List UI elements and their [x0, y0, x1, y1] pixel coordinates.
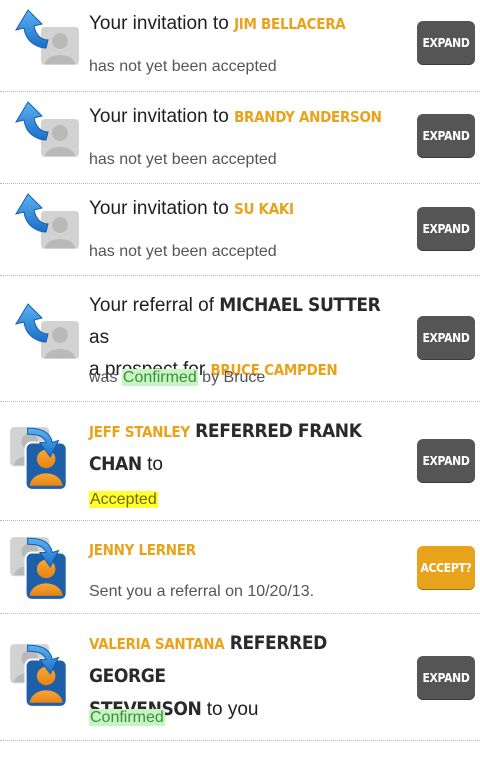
status-text: has not yet been accepted: [89, 58, 277, 75]
referral-line-1: JEFF STANLEY REFERRED FRANK CHAN to: [89, 415, 400, 481]
status-text: Sent you a referral on 10/20/13.: [89, 583, 315, 600]
outgoing-invite-icon: [6, 192, 86, 262]
referred-name[interactable]: MICHAEL SUTTER: [219, 294, 381, 316]
invitation-line: Your invitation to BRANDY ANDERSON: [89, 101, 400, 133]
incoming-referral-icon: [6, 424, 76, 494]
status-suffix: by Bruce: [202, 369, 266, 386]
status-badge: Confirmed: [121, 369, 198, 386]
status-badge: Confirmed: [89, 709, 165, 726]
status-line: Confirmed: [89, 709, 165, 727]
outgoing-invite-icon: [6, 8, 86, 78]
list-item: Your invitation to BRANDY ANDERSON has n…: [0, 92, 480, 184]
referrer-name[interactable]: JEFF STANLEY: [89, 423, 190, 441]
contact-name[interactable]: JIM BELLACERA: [234, 15, 346, 33]
list-item: VALERIA SANTANA REFERRED GEORGE STEVENSO…: [0, 614, 480, 741]
expand-button[interactable]: EXPAND: [417, 114, 475, 158]
accept-button[interactable]: ACCEPT?: [417, 546, 475, 590]
list-item: JENNY LERNER Sent you a referral on 10/2…: [0, 521, 480, 614]
invitation-prefix: Your invitation to: [89, 198, 229, 219]
referral-suffix: to you: [206, 699, 259, 720]
list-item: Your invitation to JIM BELLACERA has not…: [0, 0, 480, 92]
list-item: JEFF STANLEY REFERRED FRANK CHAN to you …: [0, 402, 480, 521]
invitation-line: Your invitation to SU KAKI: [89, 193, 400, 225]
referral-suffix: as: [89, 327, 110, 348]
referral-line-1: Your referral of MICHAEL SUTTER as: [89, 289, 402, 354]
activity-feed: Your invitation to JIM BELLACERA has not…: [0, 0, 480, 741]
contact-name[interactable]: BRANDY ANDERSON: [234, 108, 382, 126]
status-line: Accepted: [89, 491, 158, 509]
expand-button[interactable]: EXPAND: [417, 21, 475, 65]
list-item: Your invitation to SU KAKI has not yet b…: [0, 184, 480, 276]
status-prefix: was: [89, 369, 118, 386]
outgoing-invite-icon: [6, 100, 86, 170]
invitation-line: Your invitation to JIM BELLACERA: [89, 8, 400, 40]
referral-suffix: to: [147, 454, 163, 475]
referrer-name[interactable]: VALERIA SANTANA: [89, 635, 225, 653]
status-text: has not yet been accepted: [89, 151, 277, 168]
expand-button[interactable]: EXPAND: [417, 439, 475, 483]
status-text: has not yet been accepted: [89, 243, 277, 260]
expand-button[interactable]: EXPAND: [417, 656, 475, 700]
expand-button[interactable]: EXPAND: [417, 316, 475, 360]
incoming-referral-icon: [6, 641, 76, 711]
referral-line-1: JENNY LERNER: [89, 534, 400, 566]
status-badge: Accepted: [89, 491, 158, 508]
invitation-prefix: Your invitation to: [89, 13, 229, 34]
incoming-referral-icon: [6, 534, 76, 604]
outgoing-invite-icon: [6, 302, 86, 372]
contact-name[interactable]: SU KAKI: [234, 200, 294, 218]
referrer-name[interactable]: JENNY LERNER: [89, 541, 196, 559]
status-text: was Confirmed by Bruce: [89, 369, 265, 387]
list-item: Your referral of MICHAEL SUTTER as a pro…: [0, 276, 480, 402]
referral-prefix: Your referral of: [89, 295, 214, 316]
invitation-prefix: Your invitation to: [89, 106, 229, 127]
referral-line-1: VALERIA SANTANA REFERRED GEORGE: [89, 627, 400, 693]
expand-button[interactable]: EXPAND: [417, 207, 475, 251]
